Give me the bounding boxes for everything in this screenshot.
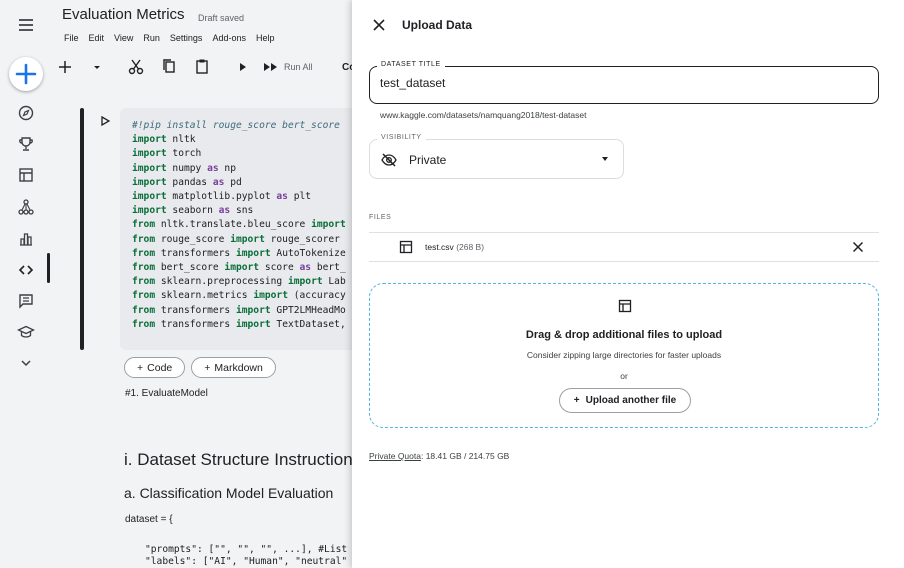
models-icon[interactable] <box>17 198 35 216</box>
file-drop-zone[interactable]: Drag & drop additional files to upload C… <box>369 283 879 428</box>
run-cell-play-icon[interactable] <box>100 116 110 126</box>
table-icon <box>618 299 632 313</box>
menu-bar: File Edit View Run Settings Add-ons Help <box>64 33 274 43</box>
private-quota-value: : 18.41 GB / 214.75 GB <box>420 451 510 461</box>
visibility-value: Private <box>409 153 447 167</box>
code-line: #!pip install rouge_score bert_score <box>132 120 340 131</box>
code-line: import numpy as np <box>132 162 236 174</box>
code-line: from sklearn.metrics import (accuracy <box>132 290 346 302</box>
file-name: test.csv (268 B) <box>425 242 485 252</box>
code-cell[interactable]: #!pip install rouge_score bert_scoreimpo… <box>80 108 352 350</box>
menu-view[interactable]: View <box>114 33 133 43</box>
bar-chart-icon[interactable] <box>17 230 35 248</box>
code-line: import pandas as pd <box>132 176 242 188</box>
add-markdown-button[interactable]: + Markdown <box>191 357 276 378</box>
menu-file[interactable]: File <box>64 33 79 43</box>
files-label: FILES <box>369 214 392 221</box>
labels-line: "labels": ["AI", "Human", "neutral" <box>145 556 348 567</box>
trophy-icon[interactable] <box>17 135 35 153</box>
code-line: from bert_score import score as bert_ <box>132 262 346 274</box>
notebook-title[interactable]: Evaluation Metrics <box>62 6 185 23</box>
visibility-select[interactable]: VISIBILITY Private <box>369 134 624 179</box>
notebook-editor: Evaluation Metrics Draft saved File Edit… <box>52 0 352 568</box>
plus-icon: + <box>204 361 211 374</box>
code-line: from nltk.translate.bleu_score import <box>132 219 346 231</box>
notebook-toolbar: Run All Co <box>58 56 352 78</box>
menu-icon[interactable] <box>17 16 35 34</box>
table-file-icon <box>399 240 413 254</box>
file-size: (268 B) <box>456 242 485 252</box>
add-cell-icon[interactable] <box>58 56 72 78</box>
code-line: import torch <box>132 148 202 160</box>
cell-focus-bar <box>80 108 84 350</box>
dropdown-caret-icon <box>602 157 608 161</box>
menu-addons[interactable]: Add-ons <box>212 33 246 43</box>
drop-heading: Drag & drop additional files to upload <box>525 329 723 341</box>
dataset-title-label: DATASET TITLE <box>377 61 445 68</box>
private-quota-link[interactable]: Private Quota <box>369 451 421 461</box>
code-line: import nltk <box>132 134 196 146</box>
code-line: import seaborn as sns <box>132 205 254 217</box>
remove-file-icon[interactable] <box>852 241 864 253</box>
add-cell-buttons: + Code + Markdown <box>124 357 276 378</box>
left-rail <box>0 0 52 568</box>
dataset-title-input[interactable] <box>380 76 860 90</box>
run-all-label[interactable]: Run All <box>284 56 313 78</box>
markdown-heading-2: a. Classification Model Evaluation <box>124 485 334 501</box>
discussion-icon[interactable] <box>17 292 35 310</box>
dropdown-caret-icon[interactable] <box>92 56 102 78</box>
cut-icon[interactable] <box>128 56 144 78</box>
menu-settings[interactable]: Settings <box>170 33 203 43</box>
code-icon[interactable] <box>17 261 35 279</box>
visibility-off-icon <box>381 153 397 167</box>
markdown-heading-1: i. Dataset Structure Instruction <box>124 450 352 469</box>
paste-icon[interactable] <box>195 56 209 78</box>
learn-icon[interactable] <box>17 323 35 341</box>
upload-another-file-button[interactable]: + Upload another file <box>559 388 691 413</box>
menu-edit[interactable]: Edit <box>89 33 105 43</box>
save-status: Draft saved <box>198 13 245 23</box>
code-line: import matplotlib.pyplot as plt <box>132 191 312 203</box>
code-line: from transformers import AutoTokenize <box>132 247 346 259</box>
plus-icon <box>15 63 37 85</box>
prompts-line: "prompts": ["", "", "", ...], #List <box>145 544 348 555</box>
menu-run[interactable]: Run <box>143 33 160 43</box>
create-button[interactable] <box>9 57 43 91</box>
add-code-button[interactable]: + Code <box>124 357 186 378</box>
private-quota: Private Quota: 18.41 GB / 214.75 GB <box>369 451 509 461</box>
dataset-line: dataset = { <box>125 514 173 525</box>
visibility-label: VISIBILITY <box>377 134 426 141</box>
code-line: from transformers import TextDataset, <box>132 318 346 330</box>
active-nav-indicator <box>47 253 50 283</box>
copy-icon[interactable] <box>162 56 176 78</box>
compass-icon[interactable] <box>17 104 35 122</box>
plus-icon: + <box>573 395 580 406</box>
panel-title: Upload Data <box>402 18 473 32</box>
code-line: from sklearn.preprocessing import Lab <box>132 276 346 288</box>
dataset-url: www.kaggle.com/datasets/namquang2018/tes… <box>380 110 587 120</box>
upload-data-panel: Upload Data DATASET TITLE www.kaggle.com… <box>352 0 904 568</box>
drop-subtext: Consider zipping large directories for f… <box>526 350 722 360</box>
plus-icon: + <box>137 361 144 374</box>
code-line: from rouge_score import rouge_scorer <box>132 233 340 245</box>
run-all-icon[interactable] <box>263 56 279 78</box>
close-icon[interactable] <box>372 18 386 32</box>
menu-help[interactable]: Help <box>256 33 275 43</box>
run-cell-icon[interactable] <box>238 56 248 78</box>
table-icon[interactable] <box>17 166 35 184</box>
toolbar-truncated-label[interactable]: Co <box>342 56 352 78</box>
dataset-title-field[interactable]: DATASET TITLE <box>369 61 879 104</box>
file-row: test.csv (268 B) <box>369 233 879 261</box>
markdown-cell-text: #1. EvaluateModel <box>125 388 208 399</box>
code-line: from transformers import GPT2LMHeadMo <box>132 304 346 316</box>
drop-or: or <box>620 371 628 381</box>
divider <box>369 261 879 262</box>
chevron-down-icon[interactable] <box>17 354 35 372</box>
code-editor[interactable]: #!pip install rouge_score bert_scoreimpo… <box>120 108 352 350</box>
